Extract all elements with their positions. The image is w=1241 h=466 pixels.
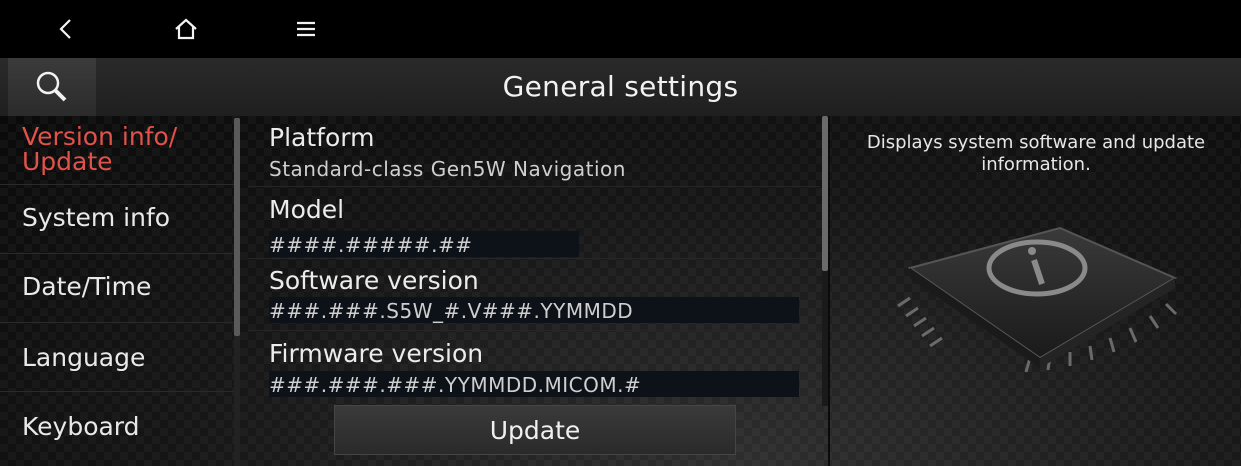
sidebar-item-version-info[interactable]: Version info/ Update bbox=[0, 116, 234, 185]
row-model: Model ####.#####.## bbox=[248, 187, 820, 259]
sidebar-item-label: Language bbox=[22, 343, 146, 372]
sidebar: Version info/ Update System info Date/Ti… bbox=[0, 116, 234, 466]
page-title: General settings bbox=[502, 70, 739, 103]
software-version-label: Software version bbox=[269, 266, 479, 295]
sidebar-scrollbar[interactable] bbox=[234, 118, 240, 466]
sidebar-item-date-time[interactable]: Date/Time bbox=[0, 254, 234, 323]
menu-icon[interactable] bbox=[290, 14, 322, 44]
system-bar bbox=[0, 0, 1241, 58]
sidebar-item-label: Date/Time bbox=[22, 272, 152, 301]
row-software-version: Software version ###.###.S5W_#.V###.YYMM… bbox=[248, 259, 820, 331]
header: General settings bbox=[0, 58, 1241, 116]
firmware-version-label: Firmware version bbox=[269, 339, 484, 368]
sidebar-item-label: System info bbox=[22, 203, 171, 232]
sidebar-item-keyboard[interactable]: Keyboard bbox=[0, 392, 234, 462]
panel-divider bbox=[828, 116, 830, 466]
row-platform: Platform Standard-class Gen5W Navigation bbox=[248, 116, 820, 187]
firmware-version-value: ###.###.###.YYMMDD.MICOM.# bbox=[269, 373, 642, 397]
software-version-value: ###.###.S5W_#.V###.YYMMDD bbox=[269, 299, 634, 323]
model-value: ####.#####.## bbox=[269, 233, 473, 257]
search-button[interactable] bbox=[8, 58, 96, 116]
platform-value: Standard-class Gen5W Navigation bbox=[269, 157, 626, 181]
search-icon bbox=[36, 71, 67, 102]
row-firmware-version: Firmware version ###.###.###.YYMMDD.MICO… bbox=[248, 331, 820, 401]
sidebar-item-system-info[interactable]: System info bbox=[0, 185, 234, 254]
back-icon[interactable] bbox=[50, 14, 82, 44]
sidebar-item-language[interactable]: Language bbox=[0, 323, 234, 392]
sidebar-item-label: Keyboard bbox=[22, 412, 140, 441]
platform-label: Platform bbox=[269, 123, 375, 152]
update-button[interactable]: Update bbox=[334, 405, 736, 455]
info-chip-icon bbox=[897, 226, 1178, 373]
description-text: Displays system software and update info… bbox=[866, 132, 1206, 175]
model-label: Model bbox=[269, 195, 345, 224]
sidebar-item-label: Version info/ Update bbox=[22, 122, 178, 176]
home-icon[interactable] bbox=[170, 14, 202, 44]
